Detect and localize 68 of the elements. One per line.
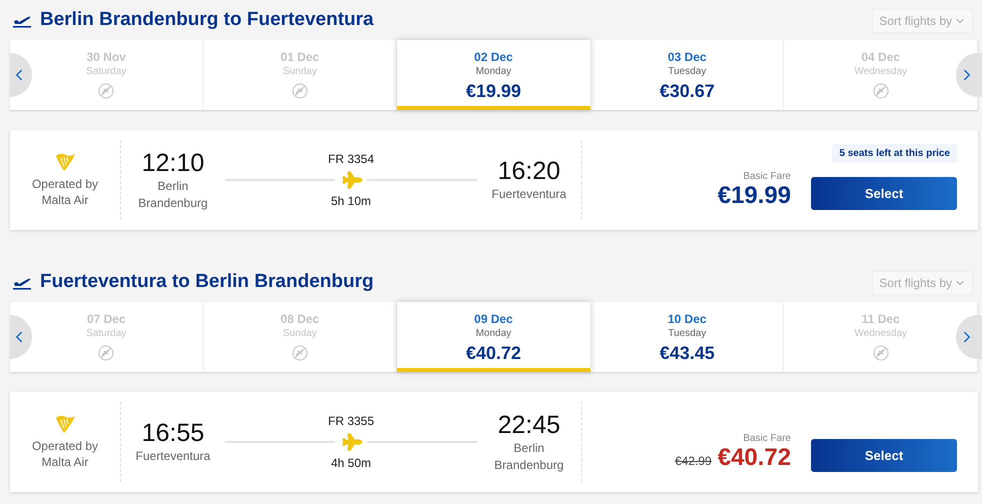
weekday-label: Tuesday: [668, 66, 706, 77]
date-tab[interactable]: 09 Dec Monday €40.72: [397, 302, 591, 372]
fare-label: Basic Fare: [743, 433, 791, 444]
date-tab[interactable]: 04 Dec Wednesday: [784, 40, 978, 110]
date-label: 01 Dec: [280, 50, 320, 64]
date-tab[interactable]: 07 Dec Saturday: [10, 302, 204, 372]
date-label: 03 Dec: [668, 50, 706, 64]
date-label: 04 Dec: [861, 50, 900, 64]
date-tab[interactable]: 11 Dec Wednesday: [784, 302, 978, 372]
select-button[interactable]: Select: [811, 439, 957, 472]
date-label: 08 Dec: [280, 312, 320, 326]
arrival-airport: Fuerteventura: [492, 186, 566, 203]
weekday-label: Sunday: [282, 66, 317, 77]
operator-text: Operated by Malta Air: [32, 176, 98, 208]
date-price: €30.67: [660, 81, 715, 102]
flight-number: FR 3355: [328, 414, 374, 428]
harp-logo-icon: [54, 152, 76, 172]
date-label: 07 Dec: [86, 312, 126, 326]
flight-duration: 5h 10m: [330, 194, 372, 208]
date-tab[interactable]: 08 Dec Sunday: [204, 302, 398, 372]
weekday-label: Saturday: [86, 328, 126, 339]
arrival-time: 16:20: [498, 157, 560, 186]
arrival-time: 22:45: [498, 410, 560, 440]
departure-airport: Berlin Brandenburg: [137, 178, 209, 212]
date-price: €43.45: [660, 343, 715, 364]
weekday-label: Wednesday: [854, 66, 908, 77]
select-button[interactable]: Select: [811, 177, 957, 210]
weekday-label: Monday: [476, 328, 512, 339]
fare-price: €40.72: [718, 444, 791, 472]
date-label: 30 Nov: [86, 50, 126, 64]
fare-label: Basic Fare: [743, 171, 791, 182]
weekday-label: Tuesday: [668, 328, 706, 339]
departure-airport: Fuerteventura: [136, 448, 210, 465]
date-price: €40.72: [466, 343, 522, 364]
flight-duration: 4h 50m: [330, 456, 372, 470]
date-tab[interactable]: 02 Dec Monday €19.99: [397, 40, 591, 110]
departure-time: 16:55: [142, 419, 204, 448]
arrival-airport: Berlin Brandenburg: [493, 440, 565, 474]
old-price: €42.99: [674, 454, 712, 468]
sort-dropdown[interactable]: Sort flights by: [873, 10, 972, 32]
date-price: €19.99: [466, 81, 522, 102]
operator-text: Operated by Malta Air: [32, 438, 98, 470]
sort-dropdown[interactable]: Sort flights by: [873, 272, 972, 294]
date-tab[interactable]: 01 Dec Sunday: [204, 40, 398, 110]
date-label: 09 Dec: [474, 312, 513, 326]
no-flights-icon: [292, 83, 308, 99]
flight-number: FR 3354: [328, 152, 374, 166]
no-flights-icon: [872, 83, 889, 99]
date-tab[interactable]: 30 Nov Saturday: [10, 40, 204, 110]
departure-time: 12:10: [142, 148, 204, 178]
weekday-label: Sunday: [282, 328, 317, 339]
date-label: 11 Dec: [862, 312, 900, 326]
fare-price: €19.99: [718, 182, 791, 210]
weekday-label: Wednesday: [854, 328, 908, 339]
weekday-label: Saturday: [86, 66, 126, 77]
date-tab[interactable]: 03 Dec Tuesday €30.67: [590, 40, 784, 110]
section-title: Fuerteventura to Berlin Brandenburg: [40, 271, 375, 293]
no-flights-icon: [872, 345, 889, 361]
weekday-label: Monday: [476, 66, 512, 77]
date-label: 10 Dec: [668, 312, 706, 326]
date-label: 02 Dec: [474, 50, 513, 64]
date-tab[interactable]: 10 Dec Tuesday €43.45: [590, 302, 784, 372]
no-flights-icon: [98, 345, 114, 361]
no-flights-icon: [292, 345, 308, 361]
seats-left-badge: 5 seats left at this price: [832, 144, 957, 163]
no-flights-icon: [98, 83, 114, 99]
section-title: Berlin Brandenburg to Fuerteventura: [40, 9, 375, 31]
harp-logo-icon: [54, 414, 76, 434]
